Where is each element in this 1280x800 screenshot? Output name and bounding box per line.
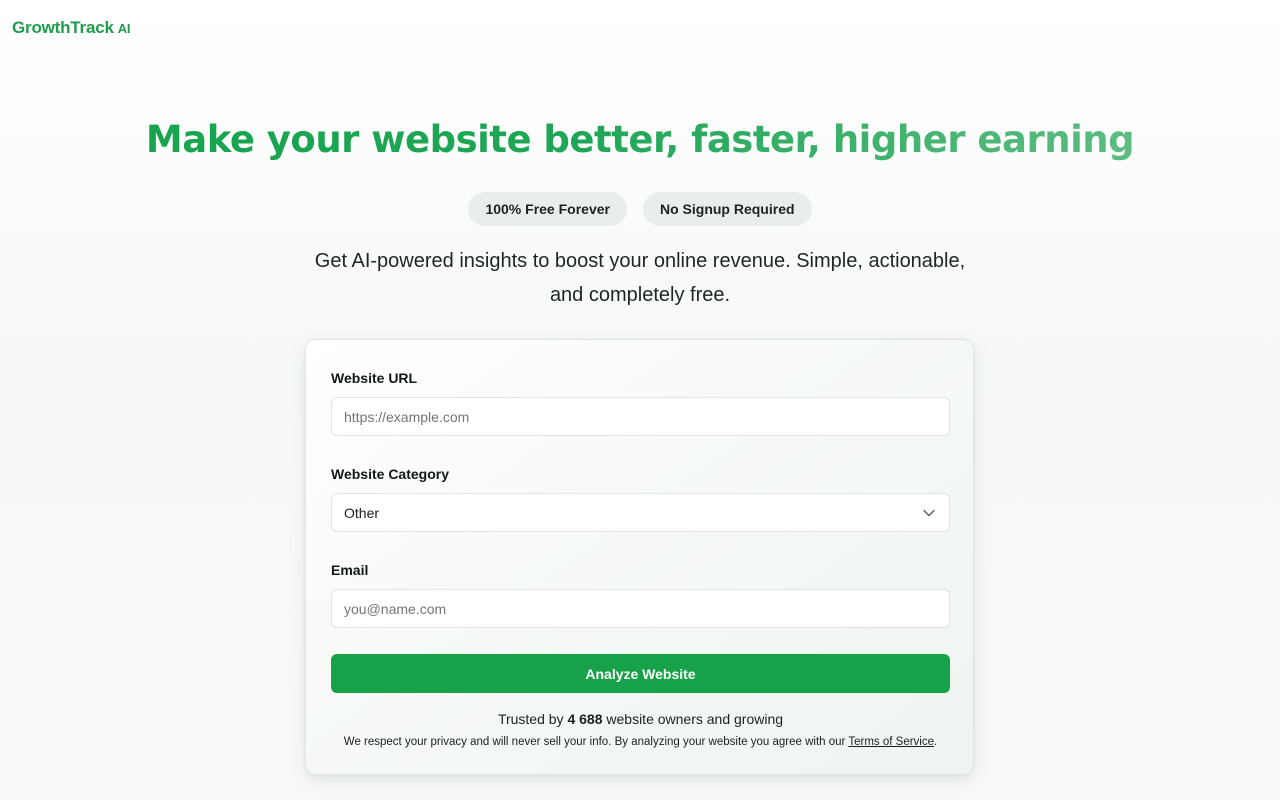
email-label: Email [331, 562, 369, 578]
analyze-website-button[interactable]: Analyze Website [331, 654, 950, 693]
website-url-label: Website URL [331, 370, 418, 386]
terms-of-service-link[interactable]: Terms of Service [848, 736, 934, 748]
hero-subtitle: Get AI-powered insights to boost your on… [314, 250, 966, 306]
brand-suffix: AI [117, 21, 131, 36]
chevron-down-icon [921, 505, 937, 521]
badge-free-forever: 100% Free Forever [468, 192, 627, 226]
website-category-select[interactable]: Other [331, 493, 950, 532]
feature-badges: 100% Free Forever No Signup Required [0, 192, 1280, 226]
trusted-count: 4 688 [567, 711, 603, 727]
email-field[interactable] [331, 589, 950, 628]
privacy-notice: We respect your privacy and will never s… [306, 736, 975, 748]
website-category-label: Website Category [331, 466, 449, 482]
brand-logo[interactable]: GrowthTrack AI [12, 18, 131, 38]
brand-name: GrowthTrack [12, 18, 114, 37]
trusted-prefix: Trusted by [497, 711, 564, 727]
trusted-by-text: Trusted by 4 688 website owners and grow… [306, 711, 975, 727]
privacy-text: We respect your privacy and will never s… [343, 736, 846, 748]
website-category-value: Other [344, 504, 380, 521]
trusted-suffix: website owners and growing [606, 711, 784, 727]
badge-no-signup: No Signup Required [642, 192, 812, 226]
website-url-input[interactable] [331, 397, 950, 436]
analyze-form-card: Website URL Website Category Other Email… [305, 339, 974, 775]
page-title: Make your website better, faster, higher… [0, 118, 1280, 161]
privacy-end: . [934, 736, 938, 748]
